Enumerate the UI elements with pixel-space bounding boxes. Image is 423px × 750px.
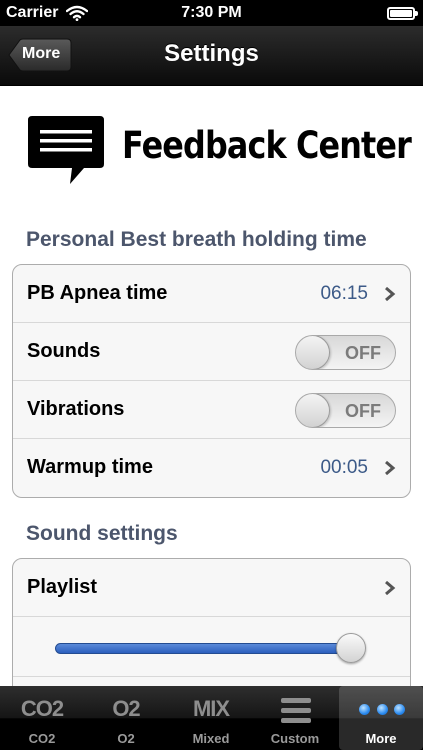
volume-slider-knob[interactable] bbox=[336, 633, 366, 663]
tab-bar: CO2 CO2 O2 O2 MIX Mixed Custom More bbox=[0, 686, 423, 750]
chevron-right-icon bbox=[385, 287, 396, 301]
tab-o2[interactable]: O2 O2 bbox=[84, 686, 168, 750]
tab-mixed-label: Mixed bbox=[192, 731, 230, 746]
tab-custom-label: Custom bbox=[270, 731, 320, 746]
pb-apnea-time-row[interactable]: PB Apnea time 06:15 bbox=[13, 265, 410, 323]
battery-icon bbox=[387, 7, 418, 20]
sound-settings-group: Playlist bbox=[12, 558, 411, 686]
playlist-label: Playlist bbox=[27, 576, 98, 598]
chevron-right-icon bbox=[385, 461, 396, 475]
vibrations-label: Vibrations bbox=[27, 398, 125, 420]
feedback-center-title: Feedback Center bbox=[122, 124, 412, 167]
tab-custom[interactable]: Custom bbox=[253, 686, 337, 750]
more-dots-icon bbox=[359, 704, 405, 716]
sounds-row: Sounds OFF bbox=[13, 323, 410, 381]
chat-bubble-icon bbox=[28, 116, 104, 184]
warmup-time-row[interactable]: Warmup time 00:05 bbox=[13, 439, 410, 497]
vibrations-row: Vibrations OFF bbox=[13, 381, 410, 439]
pb-apnea-time-value: 06:15 bbox=[320, 283, 368, 304]
status-bar: Carrier 7:30 PM bbox=[0, 0, 423, 26]
playlist-row[interactable]: Playlist bbox=[13, 559, 410, 617]
toggle-knob bbox=[296, 394, 330, 427]
chevron-right-icon bbox=[385, 581, 396, 595]
tab-co2-label: CO2 bbox=[28, 731, 56, 746]
pb-apnea-time-label: PB Apnea time bbox=[27, 282, 168, 304]
vibrations-toggle-state: OFF bbox=[345, 401, 381, 421]
vibrations-toggle[interactable]: OFF bbox=[295, 393, 396, 428]
sound-settings-next-row[interactable] bbox=[13, 677, 410, 686]
list-icon bbox=[281, 698, 311, 724]
section-header-personal-best: Personal Best breath holding time bbox=[26, 228, 367, 251]
personal-best-group: PB Apnea time 06:15 Sounds OFF Vibration… bbox=[12, 264, 411, 498]
tab-more[interactable]: More bbox=[339, 686, 423, 750]
warmup-time-value: 00:05 bbox=[320, 457, 368, 478]
sounds-label: Sounds bbox=[27, 340, 101, 362]
sounds-toggle[interactable]: OFF bbox=[295, 335, 396, 370]
page-title: Settings bbox=[164, 40, 259, 67]
tab-more-label: More bbox=[365, 731, 397, 746]
tab-mixed[interactable]: MIX Mixed bbox=[169, 686, 253, 750]
warmup-time-label: Warmup time bbox=[27, 456, 153, 478]
mix-icon: MIX bbox=[192, 696, 230, 721]
tab-co2[interactable]: CO2 CO2 bbox=[0, 686, 84, 750]
section-header-sound-settings: Sound settings bbox=[26, 522, 178, 545]
feedback-center-banner[interactable]: Feedback Center bbox=[26, 114, 412, 186]
volume-slider-track[interactable] bbox=[55, 643, 351, 654]
status-time: 7:30 PM bbox=[181, 4, 242, 21]
settings-content[interactable]: Feedback Center Personal Best breath hol… bbox=[0, 86, 423, 686]
co2-icon: CO2 bbox=[20, 696, 64, 721]
sounds-toggle-state: OFF bbox=[345, 343, 381, 363]
tab-o2-label: O2 bbox=[117, 731, 135, 746]
navigation-bar: More Settings bbox=[0, 26, 423, 86]
toggle-knob bbox=[296, 336, 330, 369]
o2-icon: O2 bbox=[112, 696, 140, 721]
volume-slider-row bbox=[13, 617, 410, 677]
